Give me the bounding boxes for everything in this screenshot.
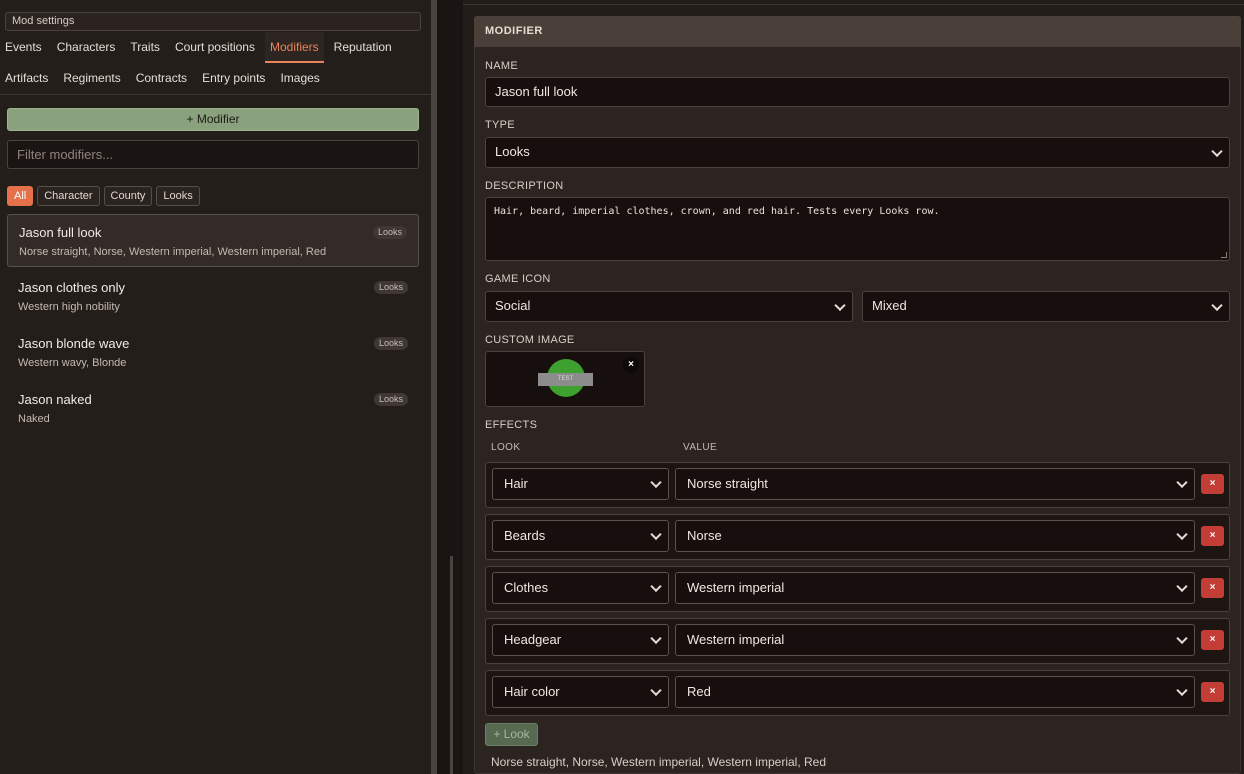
value-column-header: VALUE [683, 442, 718, 453]
filter-chips: All Character County Looks [7, 186, 204, 206]
filter-chip-all[interactable]: All [7, 186, 34, 206]
value-text: Western imperial [687, 580, 785, 595]
modifier-name: Jason full look [19, 225, 102, 240]
game-icon-variant-select[interactable]: Mixed [862, 291, 1230, 322]
tab-court-positions[interactable]: Court positions [170, 32, 260, 63]
modifier-summary: Naked [18, 413, 50, 425]
game-icon-select[interactable]: Social [485, 291, 853, 322]
look-value: Clothes [504, 580, 549, 595]
delete-effect-button[interactable]: × [1201, 474, 1224, 494]
custom-image-preview: TEST × [485, 351, 645, 407]
divider-line [463, 4, 1244, 5]
game-icon-variant-value: Mixed [872, 298, 907, 313]
scrollbar-thumb[interactable] [450, 556, 453, 774]
effects-summary: Norse straight, Norse, Western imperial,… [491, 755, 827, 769]
effect-row: Beards Norse × [485, 514, 1230, 560]
value-select[interactable]: Norse [675, 520, 1195, 552]
effect-row: Clothes Western imperial × [485, 566, 1230, 612]
value-select[interactable]: Western imperial [675, 624, 1195, 656]
type-label: TYPE [485, 119, 515, 131]
modifier-name: Jason clothes only [18, 280, 125, 295]
look-select[interactable]: Hair [492, 468, 669, 500]
type-badge: Looks [373, 337, 408, 350]
type-badge: Looks [372, 226, 407, 239]
tab-reputation[interactable]: Reputation [329, 32, 397, 63]
value-select[interactable]: Red [675, 676, 1195, 708]
look-select[interactable]: Headgear [492, 624, 669, 656]
tab-regiments[interactable]: Regiments [58, 63, 125, 94]
value-text: Red [687, 684, 711, 699]
modifier-name: Jason blonde wave [18, 336, 130, 351]
value-select[interactable]: Norse straight [675, 468, 1195, 500]
look-value: Headgear [504, 632, 562, 647]
filter-chip-county[interactable]: County [103, 186, 153, 206]
filter-chip-character[interactable]: Character [37, 186, 100, 206]
look-value: Beards [504, 528, 546, 543]
description-textarea[interactable]: Hair, beard, imperial clothes, crown, an… [485, 197, 1230, 261]
game-icon-value: Social [495, 298, 531, 313]
delete-effect-button[interactable]: × [1201, 682, 1224, 702]
effects-label: EFFECTS [485, 419, 538, 431]
value-text: Norse [687, 528, 722, 543]
type-select[interactable]: Looks [485, 137, 1230, 168]
add-modifier-button[interactable]: + Modifier [7, 108, 419, 131]
tab-characters[interactable]: Characters [52, 32, 121, 63]
nav-row-2: Artifacts Regiments Contracts Entry points I… [0, 63, 330, 94]
tab-modifiers[interactable]: Modifiers [264, 32, 324, 63]
modifier-summary: Western high nobility [18, 301, 120, 313]
resize-grip-icon[interactable] [1221, 252, 1227, 258]
effect-row: Headgear Western imperial × [485, 618, 1230, 664]
filter-modifiers-input[interactable]: Filter modifiers... [7, 140, 419, 169]
list-item[interactable]: Jason clothes only Western high nobility L… [7, 270, 419, 323]
look-select[interactable]: Beards [492, 520, 669, 552]
tab-events[interactable]: Events [0, 32, 47, 63]
remove-image-button[interactable]: × [623, 357, 639, 373]
tab-contracts[interactable]: Contracts [131, 63, 192, 94]
name-label: NAME [485, 60, 518, 72]
list-item[interactable]: Jason full look Norse straight, Norse, We… [7, 214, 419, 267]
delete-effect-button[interactable]: × [1201, 630, 1224, 650]
type-select-value: Looks [495, 144, 530, 159]
add-look-button[interactable]: + Look [485, 723, 538, 746]
mod-settings-header[interactable]: Mod settings [5, 12, 421, 31]
modifier-summary: Western wavy, Blonde [18, 357, 127, 369]
look-value: Hair color [504, 684, 560, 699]
nav-divider [0, 94, 431, 95]
custom-image-label: CUSTOM IMAGE [485, 334, 575, 346]
description-text: Hair, beard, imperial clothes, crown, an… [494, 206, 940, 217]
game-icon-label: GAME ICON [485, 273, 551, 285]
card-header: MODIFIER [474, 16, 1241, 47]
tab-images[interactable]: Images [275, 63, 324, 94]
image-test-banner: TEST [538, 373, 593, 386]
tab-traits[interactable]: Traits [125, 32, 165, 63]
modifier-list-panel: Mod settings Events Characters Traits Court… [0, 0, 431, 774]
look-column-header: LOOK [491, 442, 521, 453]
look-select[interactable]: Hair color [492, 676, 669, 708]
tab-artifacts[interactable]: Artifacts [0, 63, 53, 94]
type-badge: Looks [373, 281, 408, 294]
tab-entry-points[interactable]: Entry points [197, 63, 270, 94]
look-value: Hair [504, 476, 528, 491]
filter-chip-looks[interactable]: Looks [156, 186, 200, 206]
delete-effect-button[interactable]: × [1201, 578, 1224, 598]
list-item[interactable]: Jason naked Naked Looks [7, 382, 419, 435]
delete-effect-button[interactable]: × [1201, 526, 1224, 546]
value-text: Western imperial [687, 632, 785, 647]
nav-row-1: Events Characters Traits Court positions Mod… [0, 32, 402, 63]
value-select[interactable]: Western imperial [675, 572, 1195, 604]
list-item[interactable]: Jason blonde wave Western wavy, Blonde Loo… [7, 326, 419, 379]
name-input[interactable]: Jason full look [485, 77, 1230, 107]
effect-row: Hair Norse straight × [485, 462, 1230, 508]
look-select[interactable]: Clothes [492, 572, 669, 604]
type-badge: Looks [373, 393, 408, 406]
effect-row: Hair color Red × [485, 670, 1230, 716]
description-label: DESCRIPTION [485, 180, 564, 192]
modifier-summary: Norse straight, Norse, Western imperial,… [19, 246, 327, 258]
value-text: Norse straight [687, 476, 768, 491]
modifier-name: Jason naked [18, 392, 92, 407]
